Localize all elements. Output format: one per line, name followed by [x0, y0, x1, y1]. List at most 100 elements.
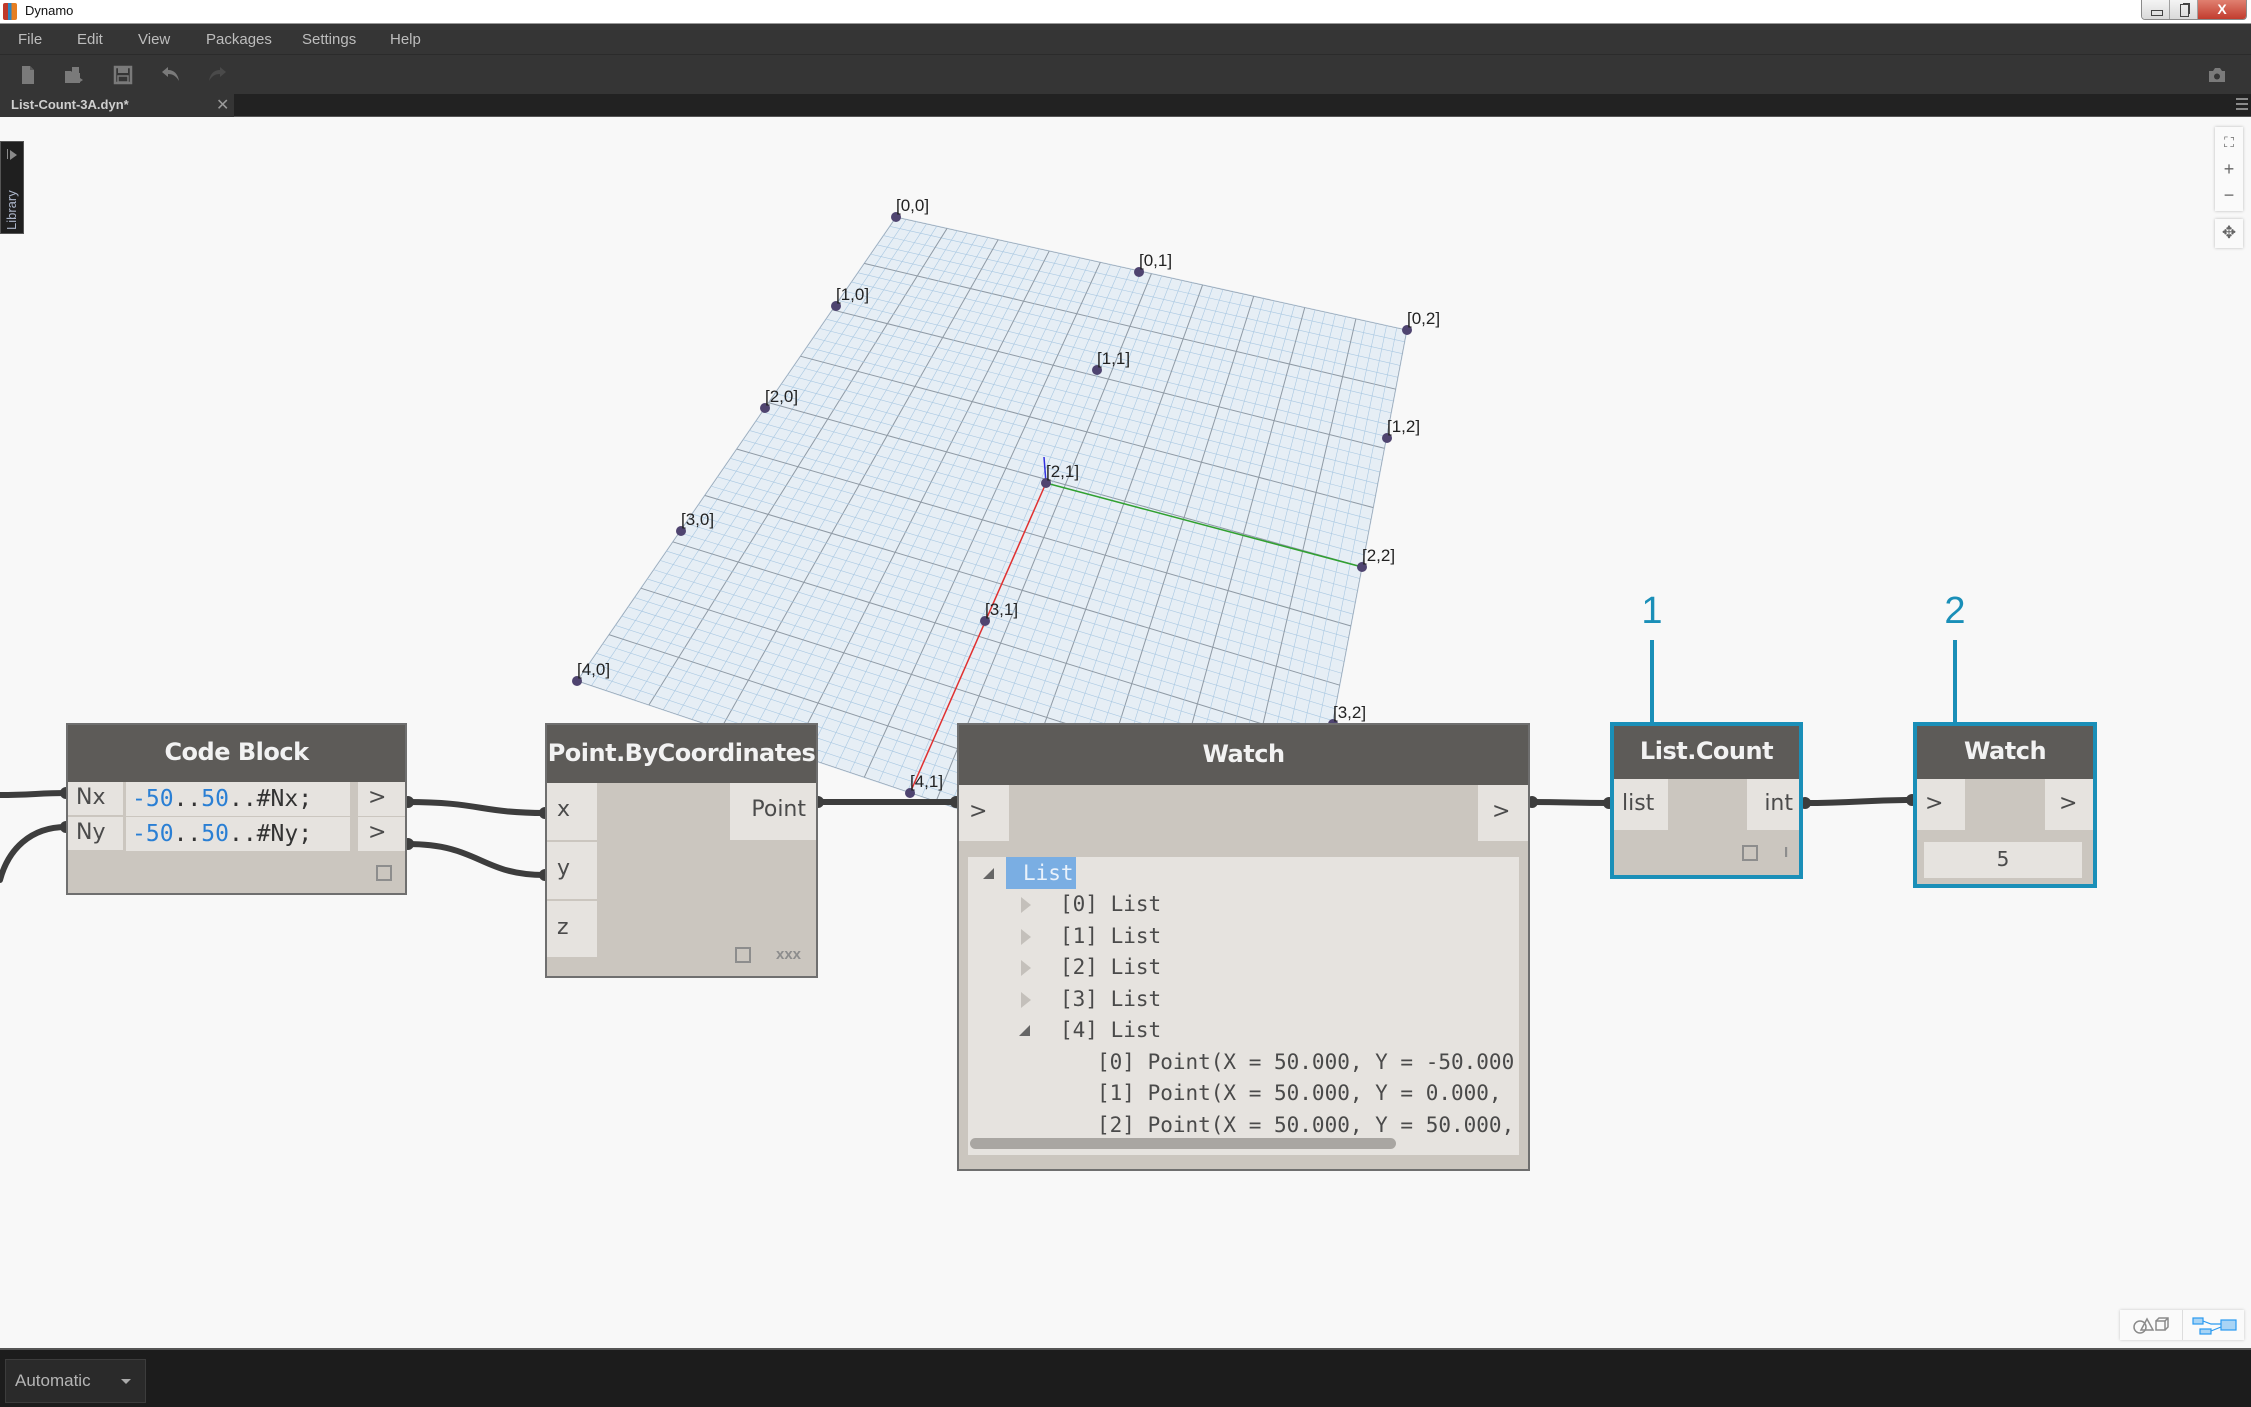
title-bar: Dynamo X: [0, 0, 2251, 24]
tab-close-icon[interactable]: ✕: [216, 95, 229, 115]
output-port-point[interactable]: Point: [730, 783, 816, 840]
view-toggle: [2120, 1310, 2244, 1340]
save-icon[interactable]: [113, 65, 133, 85]
output-port-1[interactable]: >: [358, 782, 405, 816]
code-number: 50: [201, 821, 229, 847]
tree-item[interactable]: [2] List: [1060, 952, 1161, 982]
list-count-node[interactable]: List.Count list int I: [1610, 722, 1803, 879]
node-title: Code Block: [68, 725, 405, 782]
undo-icon[interactable]: [160, 65, 180, 85]
window-controls: X: [2141, 0, 2247, 20]
close-button[interactable]: X: [2198, 0, 2246, 19]
callout-number-1: 1: [1641, 590, 1663, 632]
tab-label: List-Count-3A.dyn*: [11, 97, 129, 112]
collapsed-arrow-icon[interactable]: [1021, 929, 1031, 945]
input-port-y[interactable]: y: [547, 842, 597, 900]
horizontal-scrollbar[interactable]: [970, 1138, 1396, 1149]
code-token: -: [132, 786, 146, 812]
output-port[interactable]: >: [1478, 785, 1528, 841]
menu-bar: File Edit View Packages Settings Help: [0, 24, 2251, 55]
menu-file[interactable]: File: [18, 31, 42, 48]
tree-leaf-item[interactable]: [1] Point(X = 50.000, Y = 0.000,: [1097, 1078, 1502, 1108]
preview-toggle-checkbox[interactable]: [1742, 845, 1758, 861]
output-port-2[interactable]: >: [358, 817, 405, 851]
window-title: Dynamo: [25, 3, 74, 18]
menu-settings[interactable]: Settings: [302, 31, 356, 48]
pan-icon[interactable]: ✥: [2215, 219, 2243, 248]
input-port[interactable]: >: [959, 785, 1009, 841]
code-block-node[interactable]: Code Block Nx Ny -50..50..#Nx; -50..50..…: [66, 723, 407, 895]
menu-help[interactable]: Help: [390, 31, 421, 48]
code-token: -: [132, 821, 146, 847]
node-title: Watch: [1917, 726, 2093, 779]
code-token: ..: [173, 821, 202, 847]
code-token: ..: [173, 786, 202, 812]
watch-node[interactable]: Watch > > List [0] List [1] List [2] Lis…: [957, 723, 1530, 1171]
code-number: 50: [201, 786, 229, 812]
zoom-out-icon[interactable]: −: [2215, 182, 2243, 208]
lacing-indicator[interactable]: I: [1784, 844, 1788, 861]
code-line-1[interactable]: -50..50..#Nx;: [126, 782, 350, 816]
run-mode-dropdown[interactable]: Automatic: [5, 1359, 146, 1403]
input-port-list[interactable]: list: [1614, 779, 1668, 830]
dynamo-logo-icon: [3, 3, 17, 20]
callout-line-1: [1650, 640, 1654, 726]
minimize-button[interactable]: [2142, 0, 2170, 19]
tab-list-count-3a[interactable]: List-Count-3A.dyn* ✕: [0, 94, 234, 117]
tree-item[interactable]: [0] List: [1060, 889, 1161, 919]
graph-view-icon[interactable]: [2182, 1310, 2244, 1340]
code-token: ..#Nx;: [228, 786, 313, 812]
collapsed-arrow-icon[interactable]: [1021, 897, 1031, 913]
code-number: 50: [145, 821, 174, 847]
tab-bar: List-Count-3A.dyn* ✕: [0, 94, 2251, 117]
zoom-fit-icon[interactable]: ⛶: [2215, 129, 2243, 155]
tree-item[interactable]: [1] List: [1060, 921, 1161, 951]
code-token: ..#Ny;: [228, 821, 313, 847]
node-title: Watch: [959, 725, 1528, 785]
open-folder-icon[interactable]: [64, 65, 84, 85]
camera-icon[interactable]: [2207, 65, 2227, 85]
zoom-controls: ⛶ + −: [2215, 127, 2243, 211]
status-bar: Automatic: [0, 1348, 2251, 1407]
run-mode-label: Automatic: [15, 1371, 91, 1390]
expanded-arrow-icon[interactable]: [983, 868, 994, 879]
preview-toggle-checkbox[interactable]: [735, 947, 751, 963]
tree-item[interactable]: [4] List: [1060, 1015, 1161, 1045]
collapsed-arrow-icon[interactable]: [1021, 992, 1031, 1008]
tab-menu-icon[interactable]: [2236, 98, 2248, 112]
new-file-icon[interactable]: [18, 65, 38, 85]
dynamo-window: Dynamo X File Edit View Packages Setting…: [0, 0, 2251, 1407]
input-port-x[interactable]: x: [547, 783, 597, 841]
code-number: 50: [145, 786, 174, 812]
point-by-coordinates-node[interactable]: Point.ByCoordinates x y z Point xxx: [545, 723, 818, 978]
zoom-in-icon[interactable]: +: [2215, 156, 2243, 182]
chevron-down-icon: [121, 1379, 131, 1384]
tree-item[interactable]: [3] List: [1060, 984, 1161, 1014]
output-port[interactable]: >: [2045, 779, 2093, 830]
menu-view[interactable]: View: [138, 31, 170, 48]
collapsed-arrow-icon[interactable]: [1021, 960, 1031, 976]
watch-tree-view[interactable]: List [0] List [1] List [2] List [3] List…: [968, 857, 1519, 1155]
geometry-view-icon[interactable]: [2120, 1310, 2182, 1340]
input-port[interactable]: >: [1917, 779, 1965, 830]
toolbar: [0, 55, 2251, 94]
input-port-ny[interactable]: Ny: [68, 817, 123, 851]
expanded-arrow-icon[interactable]: [1019, 1025, 1030, 1036]
lacing-indicator[interactable]: xxx: [776, 946, 801, 963]
code-line-2[interactable]: -50..50..#Ny;: [126, 817, 350, 851]
tree-leaf-item[interactable]: [0] Point(X = 50.000, Y = -50.000: [1097, 1047, 1514, 1077]
menu-edit[interactable]: Edit: [77, 31, 103, 48]
redo-icon[interactable]: [208, 65, 228, 85]
restore-button[interactable]: [2170, 0, 2198, 19]
tree-leaf-item[interactable]: [2] Point(X = 50.000, Y = 50.000,: [1097, 1110, 1514, 1140]
preview-toggle-checkbox[interactable]: [376, 865, 392, 881]
output-port-int[interactable]: int: [1747, 779, 1799, 830]
tree-root-label[interactable]: List: [1023, 858, 1074, 888]
library-toggle[interactable]: Library: [0, 141, 24, 234]
watch-output-node[interactable]: Watch > > 5: [1913, 722, 2097, 888]
input-port-z[interactable]: z: [547, 901, 597, 958]
library-arrow-icon: [10, 150, 17, 160]
menu-packages[interactable]: Packages: [206, 31, 272, 48]
node-title: Point.ByCoordinates: [547, 725, 816, 783]
input-port-nx[interactable]: Nx: [68, 782, 123, 816]
